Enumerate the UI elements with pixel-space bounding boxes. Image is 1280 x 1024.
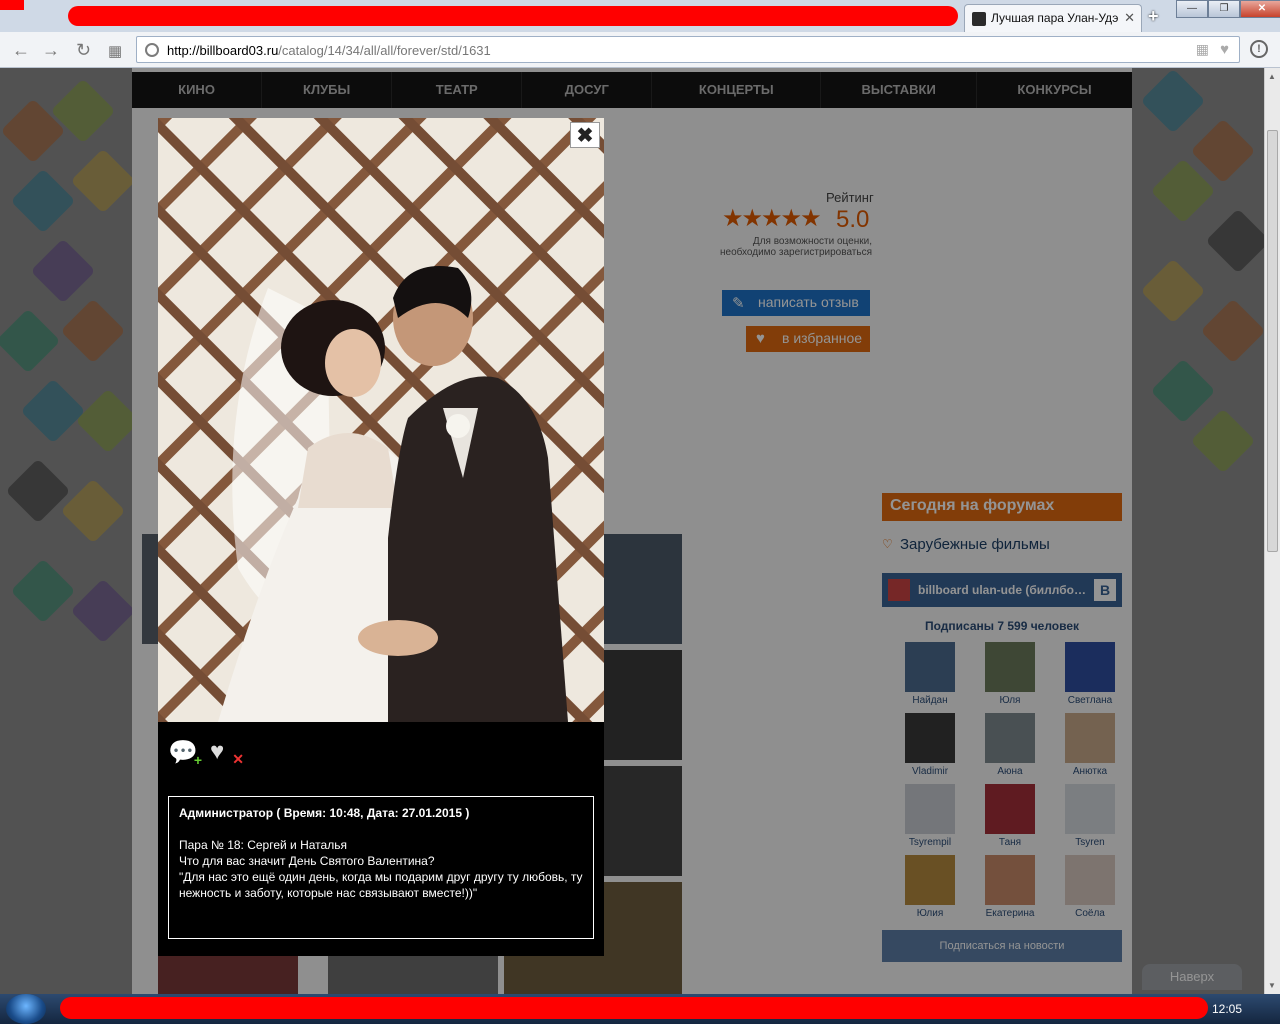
window-titlebar: Лучшая пара Улан-Удэ ✕ + — ❐ ✕ (0, 0, 1280, 32)
comment-line: Пара № 18: Сергей и Наталья (179, 838, 347, 852)
reload-icon[interactable]: ↻ (76, 40, 91, 61)
windows-taskbar: 12:05 (0, 994, 1280, 1024)
redacted-taskbar-items (60, 997, 1208, 1019)
tab-close-icon[interactable]: ✕ (1124, 10, 1135, 26)
address-bar[interactable]: http://billboard03.ru/catalog/14/34/all/… (136, 36, 1240, 63)
extension-icon[interactable]: ! (1250, 40, 1268, 58)
site-favicon-icon (972, 12, 986, 26)
scroll-down-arrow-icon[interactable]: ▼ (1268, 981, 1276, 990)
apps-grid-icon[interactable]: ▦ (108, 42, 122, 60)
tab-title: Лучшая пара Улан-Удэ (991, 11, 1119, 25)
add-comment-icon[interactable]: 💬 + (168, 738, 202, 768)
comment-line: Что для вас значит День Святого Валентин… (179, 854, 435, 868)
remove-favorite-icon[interactable]: ♥ ✕ (210, 738, 244, 768)
lightbox-photo: ✖ (158, 118, 604, 722)
system-clock: 12:05 (1212, 1002, 1243, 1016)
window-close-icon[interactable]: ✕ (1240, 0, 1280, 18)
close-lightbox-button[interactable]: ✖ (570, 122, 600, 148)
start-button-icon[interactable] (6, 994, 46, 1024)
comment-line: "Для нас это ещё один день, когда мы под… (179, 870, 583, 900)
page-scrollbar[interactable]: ▲ ▼ (1264, 68, 1280, 994)
url-host: http://billboard03.ru (167, 43, 279, 58)
window-controls: — ❐ ✕ (1176, 0, 1280, 18)
back-arrow-icon[interactable]: ← (12, 40, 30, 61)
scrollbar-thumb[interactable] (1267, 130, 1278, 552)
redacted-area (0, 0, 24, 10)
scroll-up-arrow-icon[interactable]: ▲ (1268, 72, 1276, 81)
browser-toolbar: ← → ↻ ▦ http://billboard03.ru/catalog/14… (0, 32, 1280, 68)
maximize-icon[interactable]: ❐ (1208, 0, 1240, 18)
wedding-photo-illustration (158, 118, 604, 722)
page-viewport: КИНО КЛУБЫ ТЕАТР ДОСУГ КОНЦЕРТЫ ВЫСТАВКИ… (0, 68, 1264, 994)
globe-icon (145, 43, 159, 57)
redacted-tabs (68, 6, 958, 26)
photo-comment: Администратор ( Время: 10:48, Дата: 27.0… (168, 796, 594, 939)
forward-arrow-icon[interactable]: → (42, 40, 60, 61)
new-tab-icon[interactable]: + (1148, 6, 1159, 27)
heart-bookmark-icon[interactable]: ♥ (1220, 41, 1229, 58)
photo-lightbox: ✖ 💬 + ♥ ✕ Администратор ( Время: 10:48, Да… (158, 118, 604, 956)
url-path: /catalog/14/34/all/all/forever/std/1631 (278, 43, 491, 58)
lightbox-actions: 💬 + ♥ ✕ (168, 738, 244, 768)
comment-author: Администратор ( Время: 10:48, Дата: 27.0… (179, 806, 470, 820)
page-apps-icon[interactable]: ▦ (1196, 41, 1209, 58)
browser-tab-active[interactable]: Лучшая пара Улан-Удэ ✕ (964, 4, 1142, 32)
minimize-icon[interactable]: — (1176, 0, 1208, 18)
